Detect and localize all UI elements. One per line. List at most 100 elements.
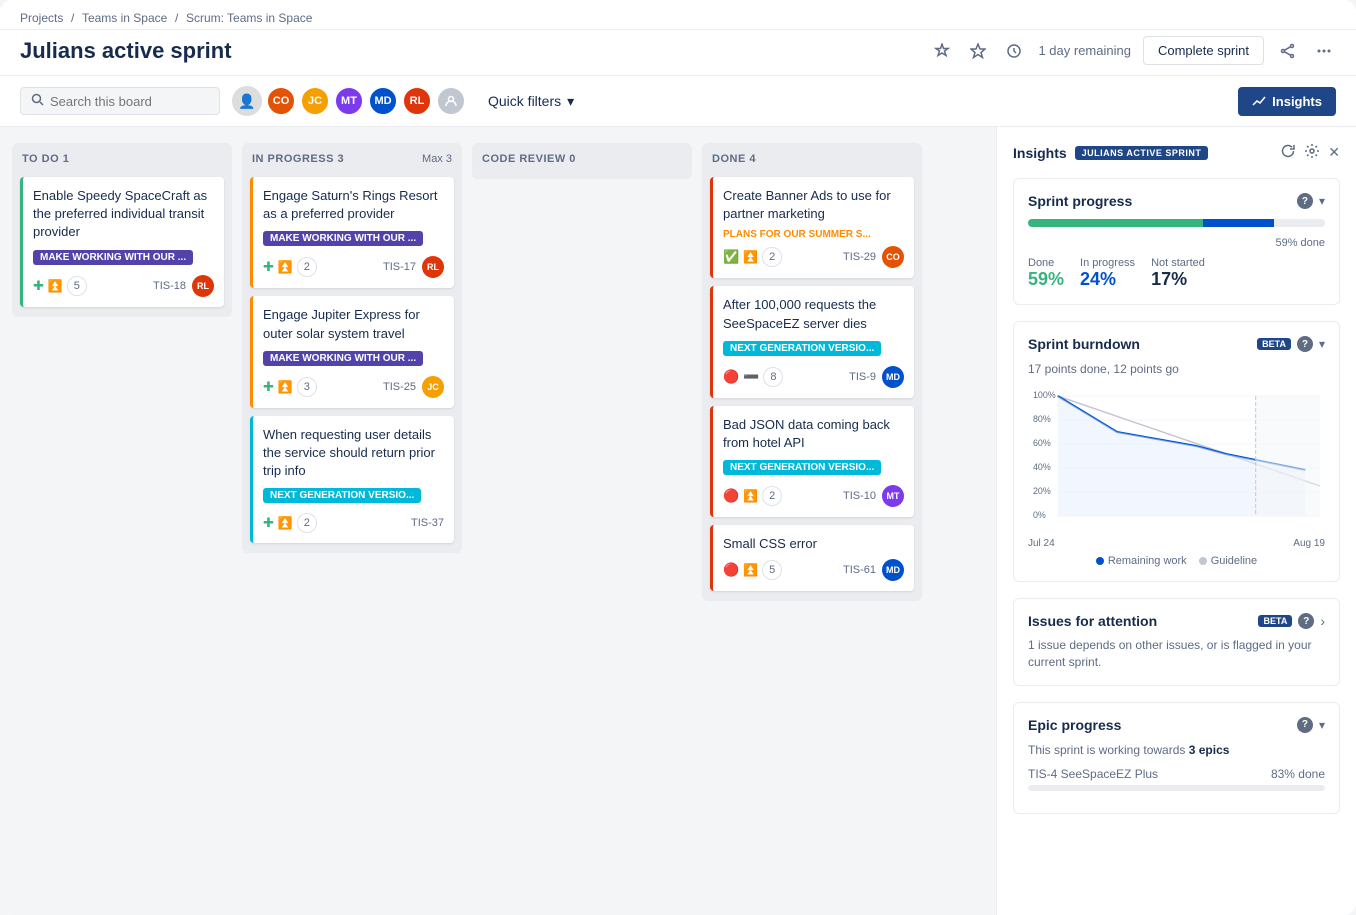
card-icons: ✚ ⏫ 5 (33, 276, 87, 296)
ticket-id: TIS-25 (383, 381, 416, 393)
chevron-down-icon[interactable]: ▾ (1319, 337, 1325, 351)
share-icon-button[interactable] (1276, 39, 1300, 63)
card-text: Bad JSON data coming back from hotel API (723, 416, 904, 452)
search-input[interactable] (50, 94, 190, 109)
column-done: DONE 4 Create Banner Ads to use for part… (702, 143, 922, 601)
board-columns: TO DO 1 Enable Speedy SpaceCraft as the … (0, 127, 996, 915)
priority-icon: ⏫ (743, 250, 758, 264)
refresh-icon-button[interactable] (1280, 143, 1296, 162)
assignee-avatar: MD (882, 366, 904, 388)
ticket-id: TIS-37 (411, 517, 444, 529)
priority-icon: ⏫ (743, 563, 758, 577)
card-tag: MAKE WORKING WITH OUR ... (263, 351, 423, 366)
svg-text:0%: 0% (1033, 510, 1046, 520)
issues-attention-text: 1 issue depends on other issues, or is f… (1028, 637, 1325, 671)
help-icon[interactable]: ? (1297, 336, 1313, 352)
chevron-down-icon[interactable]: ▾ (1319, 194, 1325, 208)
priority-icon: ⏫ (743, 489, 758, 503)
chevron-down-icon[interactable]: ▾ (1319, 718, 1325, 732)
help-icon[interactable]: ? (1298, 613, 1314, 629)
chart-legend: Remaining work Guideline (1028, 555, 1325, 567)
avatar-mt[interactable]: MT (334, 86, 364, 116)
assignee-avatar: RL (192, 275, 214, 297)
clock-icon-button[interactable] (1002, 39, 1026, 63)
card-text: When requesting user details the service… (263, 426, 444, 481)
card-TIS-10[interactable]: Bad JSON data coming back from hotel API… (710, 406, 914, 517)
issues-attention-section: Issues for attention BETA ? › 1 issue de… (1013, 598, 1340, 686)
card-TIS-37[interactable]: When requesting user details the service… (250, 416, 454, 544)
card-tag: MAKE WORKING WITH OUR ... (33, 250, 193, 265)
priority-icon: ⏫ (278, 516, 293, 530)
avatar-unassigned[interactable] (436, 86, 466, 116)
star-icon-button[interactable] (966, 39, 990, 63)
progress-pct-label: 59% done (1028, 237, 1325, 249)
add-icon: ✚ (33, 278, 44, 294)
story-points: 2 (762, 486, 782, 506)
progress-bar (1028, 219, 1325, 227)
sprint-burndown-section: Sprint burndown BETA ? ▾ 17 points done,… (1013, 321, 1340, 582)
add-icon: ✚ (263, 515, 274, 531)
assignee-avatar: CO (882, 246, 904, 268)
page-title: Julians active sprint (20, 38, 232, 64)
card-TIS-9[interactable]: After 100,000 requests the SeeSpaceEZ se… (710, 286, 914, 397)
column-max: Max 3 (422, 153, 452, 165)
avatar-md[interactable]: MD (368, 86, 398, 116)
insights-label: Insights (1272, 94, 1322, 109)
column-done-title: DONE 4 (712, 153, 756, 165)
svg-text:40%: 40% (1033, 462, 1051, 472)
card-tag: NEXT GENERATION VERSIO... (263, 488, 421, 503)
card-TIS-18[interactable]: Enable Speedy SpaceCraft as the preferre… (20, 177, 224, 307)
avatar-rl[interactable]: RL (402, 86, 432, 116)
assignee-avatar: RL (422, 256, 444, 278)
priority-icon: ⏫ (48, 279, 63, 293)
close-insights-button[interactable]: ✕ (1328, 144, 1340, 161)
breadcrumb-projects[interactable]: Projects (20, 11, 63, 25)
avatar-photo[interactable]: 👤 (232, 86, 262, 116)
breadcrumb: Projects / Teams in Space / Scrum: Teams… (20, 10, 312, 25)
column-todo-title: TO DO 1 (22, 153, 69, 165)
story-points: 5 (67, 276, 87, 296)
help-icon[interactable]: ? (1297, 717, 1313, 733)
card-icons: 🔴 ➖ 8 (723, 367, 783, 387)
card-icons: ✚ ⏫ 3 (263, 377, 317, 397)
issues-attention-title: Issues for attention (1028, 613, 1157, 629)
card-TIS-25[interactable]: Engage Jupiter Express for outer solar s… (250, 296, 454, 407)
card-TIS-17[interactable]: Engage Saturn's Rings Resort as a prefer… (250, 177, 454, 288)
help-icon[interactable]: ? (1297, 193, 1313, 209)
done-icon: ✅ (723, 249, 739, 265)
avatar-jc[interactable]: JC (300, 86, 330, 116)
chart-dates: Jul 24 Aug 19 (1028, 538, 1325, 549)
ticket-id: TIS-29 (843, 251, 876, 263)
quick-filters-button[interactable]: Quick filters ▾ (478, 88, 584, 115)
inprogress-progress: In progress 24% (1080, 257, 1135, 290)
card-text: Enable Speedy SpaceCraft as the preferre… (33, 187, 214, 242)
card-tag: NEXT GENERATION VERSIO... (723, 460, 881, 475)
insights-panel-title: Insights (1013, 145, 1067, 161)
card-text: Small CSS error (723, 535, 904, 553)
complete-sprint-button[interactable]: Complete sprint (1143, 36, 1264, 65)
card-TIS-61[interactable]: Small CSS error 🔴 ⏫ 5 TIS-61 MD (710, 525, 914, 591)
insights-button[interactable]: Insights (1238, 87, 1336, 116)
epic-subtitle: This sprint is working towards 3 epics (1028, 743, 1325, 757)
settings-icon-button[interactable] (1304, 143, 1320, 162)
chevron-right-icon[interactable]: › (1320, 613, 1325, 629)
timer-text: 1 day remaining (1038, 43, 1131, 58)
breadcrumb-teams[interactable]: Teams in Space (82, 11, 167, 25)
breadcrumb-scrum[interactable]: Scrum: Teams in Space (186, 11, 313, 25)
ticket-id: TIS-61 (843, 564, 876, 576)
breadcrumb-sep2: / (175, 11, 178, 25)
column-inprogress-title: IN PROGRESS 3 (252, 153, 344, 165)
card-text: Engage Saturn's Rings Resort as a prefer… (263, 187, 444, 223)
more-icon-button[interactable] (1312, 39, 1336, 63)
block-icon: 🔴 (723, 562, 739, 578)
pin-icon-button[interactable] (930, 39, 954, 63)
card-icons: ✚ ⏫ 2 (263, 513, 317, 533)
card-TIS-29[interactable]: Create Banner Ads to use for partner mar… (710, 177, 914, 278)
avatar-co[interactable]: CO (266, 86, 296, 116)
assignee-avatar: MD (882, 559, 904, 581)
minus-icon: ➖ (743, 369, 759, 385)
card-icons: ✅ ⏫ 2 (723, 247, 782, 267)
search-box[interactable] (20, 87, 220, 115)
block-icon: 🔴 (723, 488, 739, 504)
assignee-avatar: MT (882, 485, 904, 507)
